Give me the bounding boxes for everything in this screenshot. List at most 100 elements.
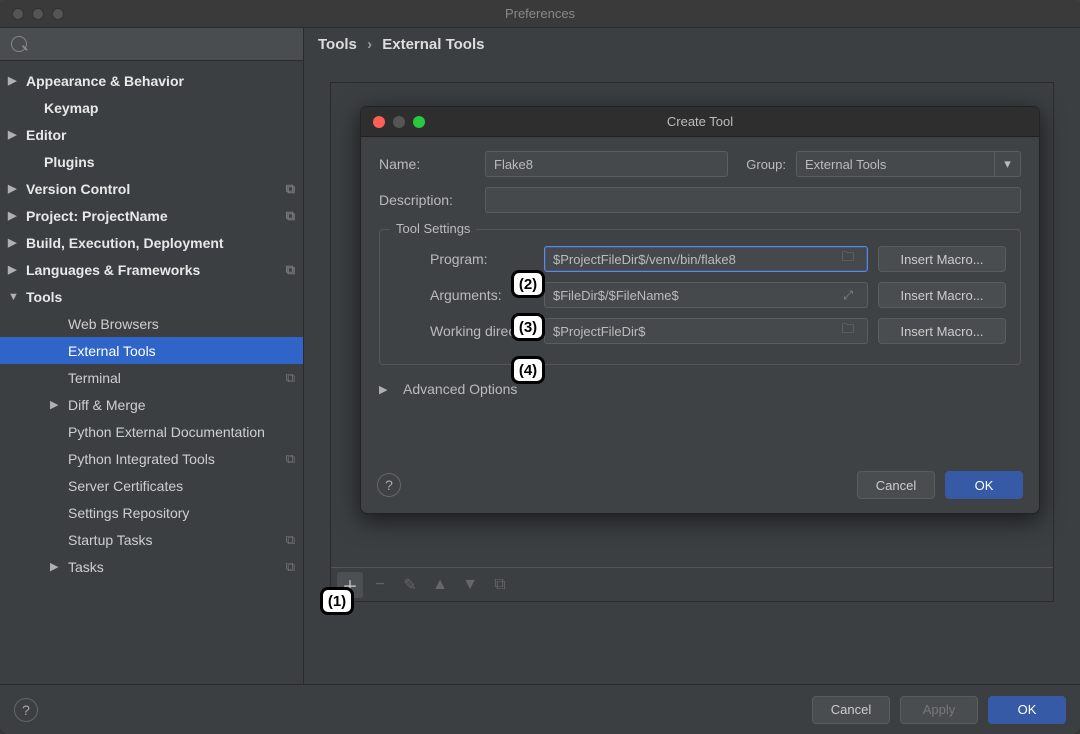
chevron-right-icon (8, 74, 22, 87)
sidebar-item[interactable]: Build, Execution, Deployment (0, 229, 303, 256)
help-button[interactable]: ? (14, 698, 38, 722)
chevron-right-icon (8, 128, 22, 141)
chevron-right-icon (50, 398, 64, 411)
dialog-ok-button[interactable]: OK (945, 471, 1023, 499)
sidebar-item[interactable]: Languages & Frameworks ⧉ (0, 256, 303, 283)
sidebar-item[interactable]: Startup Tasks ⧉ (0, 526, 303, 553)
sidebar-item[interactable]: Tasks ⧉ (0, 553, 303, 580)
up-button[interactable]: ▲ (427, 572, 453, 598)
dialog-body: Name: Flake8 Group: External Tools ▾ Des… (361, 137, 1039, 461)
chevron-right-icon (8, 182, 22, 195)
titlebar: Preferences (0, 0, 1080, 28)
dialog-cancel-button[interactable]: Cancel (857, 471, 935, 499)
description-input[interactable] (485, 187, 1021, 213)
window-title: Preferences (0, 6, 1080, 21)
sidebar-item[interactable]: Server Certificates (0, 472, 303, 499)
sidebar-item[interactable]: Editor (0, 121, 303, 148)
description-label: Description: (379, 192, 475, 208)
chevron-down-icon[interactable]: ▾ (995, 151, 1021, 177)
sidebar-item-label: Python Integrated Tools (68, 451, 215, 467)
sidebar-item-label: Appearance & Behavior (26, 73, 184, 89)
expand-icon[interactable]: ⤢ (837, 288, 859, 303)
annotation-4: (4) (511, 356, 545, 384)
sidebar: Appearance & Behavior Keymap EditorPlugins… (0, 28, 304, 684)
group-select[interactable]: External Tools (796, 151, 995, 177)
folder-icon[interactable]: 🗀 (837, 320, 859, 342)
settings-tree[interactable]: Appearance & Behavior Keymap EditorPlugins… (0, 61, 303, 684)
sidebar-item-label: Startup Tasks (68, 532, 153, 548)
sidebar-item-label: External Tools (68, 343, 156, 359)
edit-button[interactable]: ✎ (397, 572, 423, 598)
remove-button[interactable]: − (367, 572, 393, 598)
sidebar-item-label: Python External Documentation (68, 424, 265, 440)
profile-scope-icon: ⧉ (286, 451, 295, 467)
sidebar-item[interactable]: Web Browsers (0, 310, 303, 337)
dialog-help-button[interactable]: ? (377, 473, 401, 497)
cancel-button[interactable]: Cancel (812, 696, 890, 724)
name-label: Name: (379, 156, 475, 172)
insert-macro-program-button[interactable]: Insert Macro... (878, 246, 1006, 272)
sidebar-item[interactable]: Appearance & Behavior (0, 67, 303, 94)
arguments-input[interactable]: $FileDir$/$FileName$ ⤢ (544, 282, 868, 308)
advanced-options-toggle[interactable]: Advanced Options (379, 381, 1021, 397)
sidebar-item[interactable]: Python External Documentation (0, 418, 303, 445)
tool-settings-legend: Tool Settings (390, 221, 476, 236)
sidebar-item-label: Keymap (44, 100, 98, 116)
annotation-3: (3) (511, 313, 545, 341)
sidebar-item[interactable]: Project: ProjectName ⧉ (0, 202, 303, 229)
sidebar-item-label: Settings Repository (68, 505, 189, 521)
insert-macro-wd-button[interactable]: Insert Macro... (878, 318, 1006, 344)
down-button[interactable]: ▼ (457, 572, 483, 598)
chevron-right-icon (8, 236, 22, 249)
name-input[interactable]: Flake8 (485, 151, 728, 177)
dialog-titlebar: Create Tool (361, 107, 1039, 137)
profile-scope-icon: ⧉ (286, 181, 295, 197)
profile-scope-icon: ⧉ (286, 370, 295, 386)
sidebar-item-label: Languages & Frameworks (26, 262, 200, 278)
profile-scope-icon: ⧉ (286, 262, 295, 278)
crumb-tools[interactable]: Tools (318, 36, 357, 53)
tool-settings-fieldset: Tool Settings Program: $ProjectFileDir$/… (379, 229, 1021, 365)
search-input[interactable] (8, 33, 204, 55)
apply-button[interactable]: Apply (900, 696, 978, 724)
folder-icon[interactable]: 🗀 (837, 248, 859, 270)
program-input[interactable]: $ProjectFileDir$/venv/bin/flake8 🗀 (544, 246, 868, 272)
crumb-external-tools: External Tools (382, 36, 484, 53)
search-row (0, 28, 303, 61)
create-tool-dialog: Create Tool Name: Flake8 Group: External… (360, 106, 1040, 514)
crumb-sep: › (361, 36, 378, 53)
search-icon (8, 33, 295, 55)
sidebar-item[interactable]: Version Control⧉ (0, 175, 303, 202)
sidebar-item-label: Terminal (68, 370, 121, 386)
copy-button[interactable]: ⧉ (487, 572, 513, 598)
sidebar-item[interactable]: Diff & Merge (0, 391, 303, 418)
sidebar-item[interactable]: Terminal ⧉ (0, 364, 303, 391)
footer: ? Cancel Apply OK (0, 684, 1080, 734)
group-label: Group: (738, 157, 786, 172)
annotation-2: (2) (511, 270, 545, 298)
ok-button[interactable]: OK (988, 696, 1066, 724)
list-toolbar: ＋ − ✎ ▲ ▼ ⧉ (331, 567, 1053, 601)
sidebar-item-label: Server Certificates (68, 478, 183, 494)
chevron-right-icon (8, 263, 22, 276)
sidebar-item[interactable]: Keymap (0, 94, 303, 121)
sidebar-item[interactable]: Tools (0, 283, 303, 310)
profile-scope-icon: ⧉ (286, 208, 295, 224)
chevron-right-icon (50, 560, 64, 573)
insert-macro-args-button[interactable]: Insert Macro... (878, 282, 1006, 308)
sidebar-item-label: Tasks (68, 559, 104, 575)
sidebar-item[interactable]: Plugins (0, 148, 303, 175)
sidebar-item-label: Diff & Merge (68, 397, 146, 413)
sidebar-item[interactable]: External Tools (0, 337, 303, 364)
breadcrumb: Tools › External Tools (304, 28, 1080, 62)
sidebar-item[interactable]: Settings Repository (0, 499, 303, 526)
sidebar-item[interactable]: Python Integrated Tools ⧉ (0, 445, 303, 472)
annotation-1: (1) (320, 587, 354, 615)
program-label: Program: (394, 251, 534, 267)
sidebar-item-label: Project: ProjectName (26, 208, 168, 224)
dialog-footer: ? Cancel OK (361, 461, 1039, 513)
profile-scope-icon: ⧉ (286, 532, 295, 548)
profile-scope-icon: ⧉ (286, 559, 295, 575)
working-dir-input[interactable]: $ProjectFileDir$ 🗀 (544, 318, 868, 344)
chevron-right-icon (8, 209, 22, 222)
